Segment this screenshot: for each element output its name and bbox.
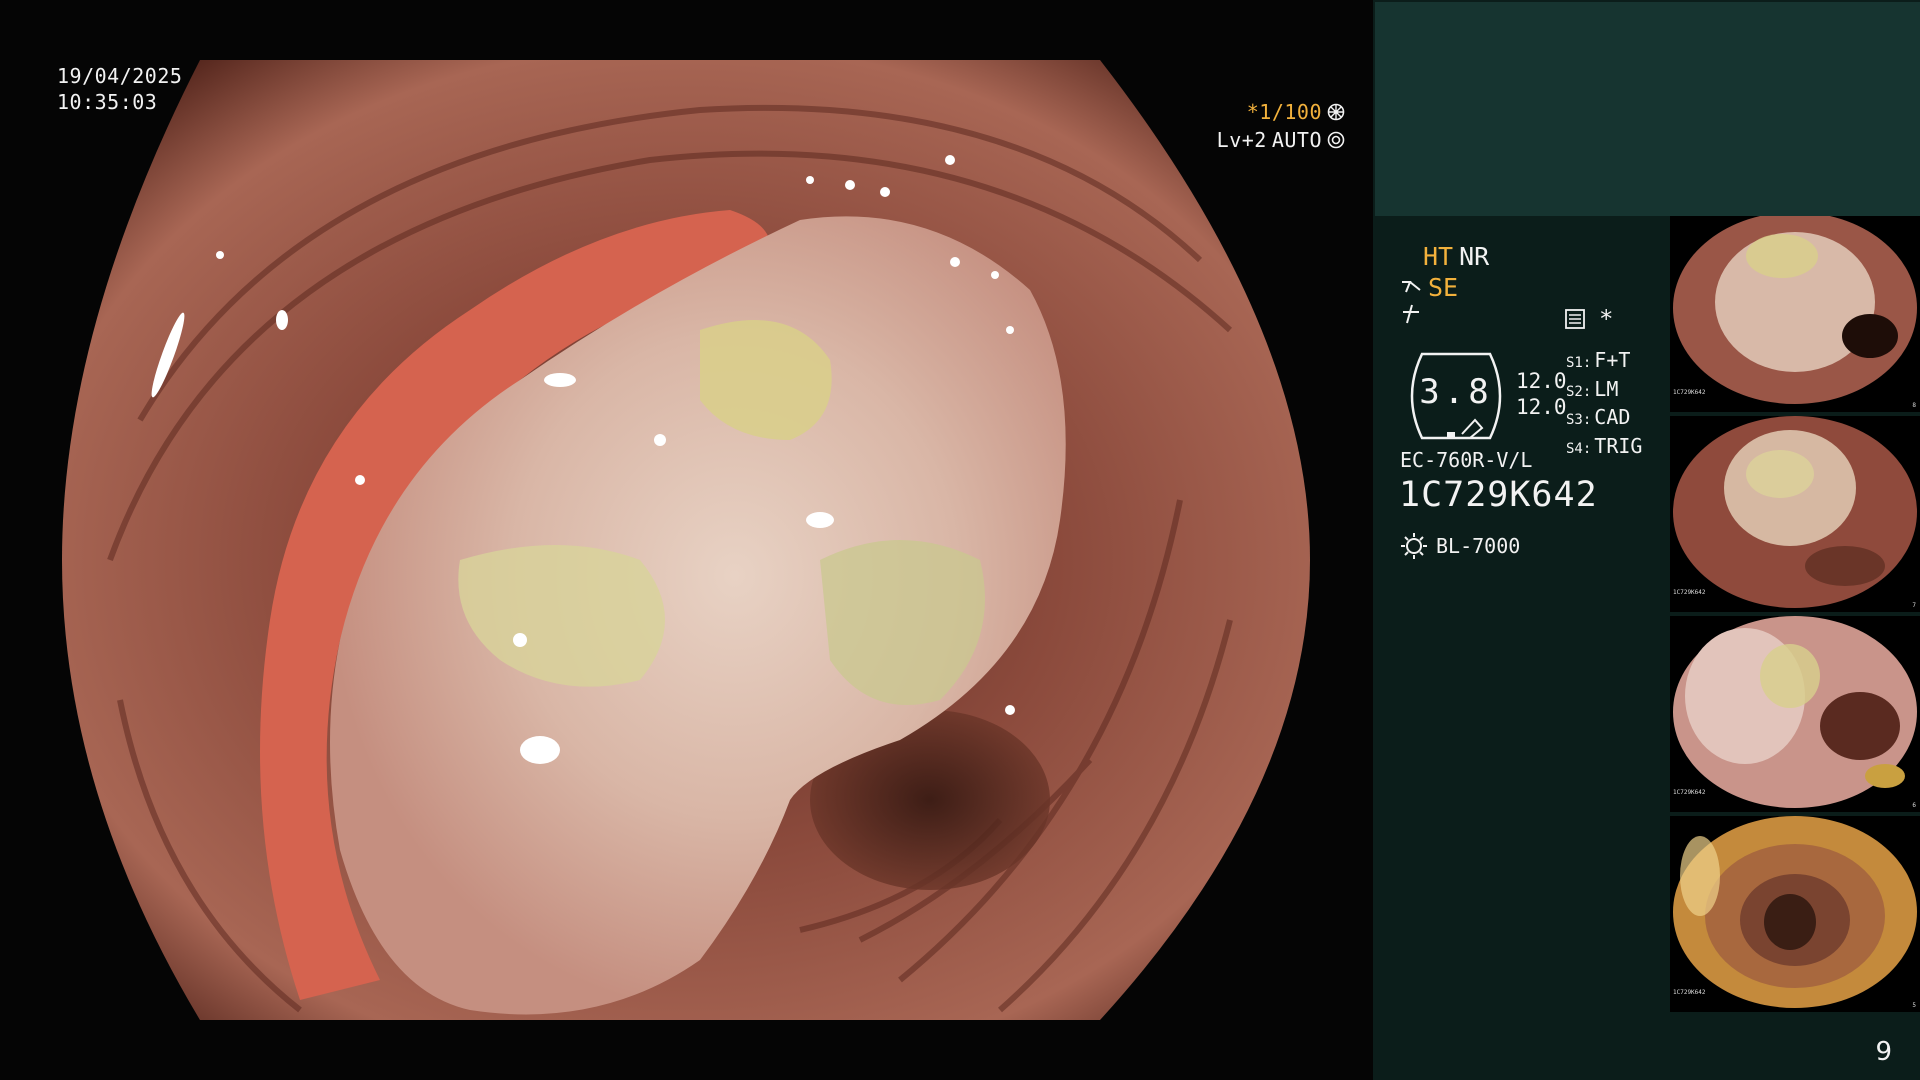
- switch-item: S3: CAD: [1566, 405, 1631, 429]
- time-text: 10:35:03: [57, 90, 158, 114]
- scope-se-icon: [1402, 281, 1421, 293]
- gauge-sub-values: 12.0 12.0: [1516, 368, 1567, 420]
- switch-item: S4: TRIG: [1566, 433, 1643, 458]
- image-mode-row: HT NR: [1423, 242, 1489, 272]
- iris-auto-icon: [1327, 131, 1345, 149]
- shutter-wheel-icon: [1327, 103, 1345, 121]
- iris-mode-text: AUTO: [1271, 128, 1322, 152]
- freeze-icon: [1403, 304, 1419, 324]
- switch-item: S2: LM: [1566, 376, 1619, 401]
- endoscopic-image: [62, 60, 1310, 1020]
- star-mark: *: [1599, 305, 1614, 333]
- thumbnail-id: 1C729K642: [1673, 389, 1706, 396]
- thumbnail-4[interactable]: 1C729K642 5: [1670, 816, 1920, 1012]
- thumbnail-1[interactable]: 1C729K642 8: [1670, 216, 1920, 412]
- datetime-overlay: 19/04/2025 10:35:03: [57, 63, 182, 115]
- thumbnail-2[interactable]: 1C729K642 7: [1670, 416, 1920, 612]
- light-source-row: BL-7000: [1400, 531, 1520, 561]
- mode-nr-text: NR: [1459, 242, 1490, 271]
- scope-se-row: SE: [1400, 273, 1458, 303]
- zoom-gauge-value: 3.8: [1419, 372, 1493, 412]
- brightness-level-text: Lv+2: [1216, 128, 1267, 152]
- gauge-sub-value-1: 12.0: [1516, 369, 1567, 393]
- light-source-icon: [1401, 533, 1427, 559]
- scope-serial-text: 1C729K642: [1399, 475, 1598, 515]
- freeze-row: [1400, 303, 1422, 325]
- scope-model-text: EC-760R-V/L: [1400, 448, 1533, 472]
- thumbnail-index: 7: [1912, 602, 1916, 609]
- thumbnail-index: 8: [1912, 402, 1916, 409]
- menu-list-icon: [1565, 309, 1585, 329]
- exposure-overlay: *1/100 Lv+2 AUTO: [1145, 98, 1345, 154]
- thumbnail-3[interactable]: 1C729K642 6: [1670, 616, 1920, 812]
- page-number: 9: [1875, 1037, 1892, 1067]
- mode-se-text: SE: [1428, 273, 1459, 302]
- main-endoscope-view: 19/04/2025 10:35:03 *1/100 Lv+2 AUTO: [0, 0, 1373, 1080]
- thumbnail-id: 1C729K642: [1673, 989, 1706, 996]
- gauge-sub-value-2: 12.0: [1516, 395, 1567, 419]
- thumbnail-index: 5: [1912, 1002, 1916, 1009]
- thumbnail-id: 1C729K642: [1673, 789, 1706, 796]
- thumbnail-strip: 1C729K642 8 1C729K642 7 1C729K642 6 1C72…: [1670, 216, 1920, 1016]
- info-header-block: [1375, 2, 1920, 216]
- switch-item: S1: F+T: [1566, 348, 1631, 372]
- date-text: 19/04/2025: [57, 64, 183, 88]
- light-source-text: BL-7000: [1436, 534, 1521, 558]
- scope-switch-list: S1: F+T S2: LM S3: CAD S4: TRIG: [1566, 348, 1642, 462]
- mode-ht-text: HT: [1423, 242, 1454, 271]
- shutter-speed-text: *1/100: [1246, 100, 1322, 124]
- thumbnail-index: 6: [1912, 802, 1916, 809]
- thumbnail-id: 1C729K642: [1673, 589, 1706, 596]
